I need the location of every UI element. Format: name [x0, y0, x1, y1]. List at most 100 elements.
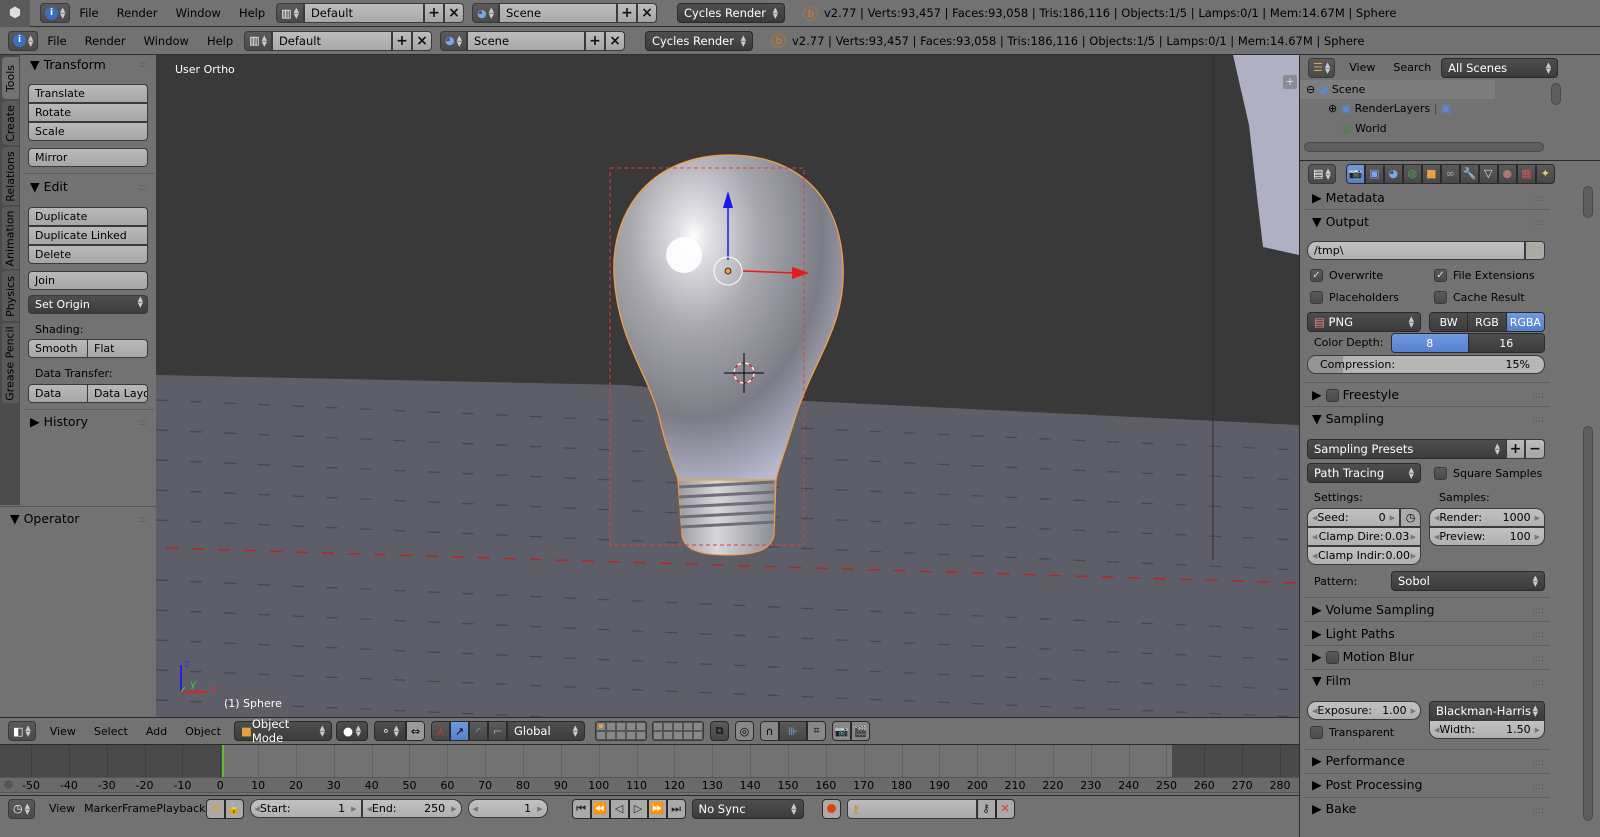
square-samples-checkbox[interactable]: Square Samples [1434, 466, 1542, 480]
menu-select[interactable]: Select [85, 725, 137, 738]
checkbox[interactable] [1434, 466, 1447, 480]
mirror-button[interactable]: Mirror [28, 148, 148, 167]
scene-tab-icon[interactable]: ◕ [1383, 163, 1403, 184]
data-layout-button[interactable]: Data Layo [87, 384, 148, 403]
end-frame-field[interactable]: ◀ End: 250 ▶ [361, 799, 462, 818]
pattern-dropdown[interactable]: Sobol ▲ ▼ [1391, 571, 1545, 591]
blender-logo-icon[interactable]: ⬢ [0, 0, 30, 27]
scale-manipulator-icon[interactable]: ⌐ [487, 721, 507, 741]
color-mode-bw[interactable]: BW [1430, 313, 1469, 331]
color-mode-selector[interactable]: BW RGB RGBA [1429, 312, 1545, 332]
color-mode-rgba[interactable]: RGBA [1506, 313, 1544, 331]
checkbox[interactable] [1310, 290, 1323, 304]
delete-keyframe-icon[interactable]: ✕ [995, 798, 1015, 819]
sampling-presets-dropdown[interactable]: Sampling Presets ▲ ▼ [1307, 439, 1507, 459]
expand-icon[interactable]: ⊕ [1328, 102, 1337, 115]
drag-handle-icon[interactable]: :::: [1532, 678, 1544, 688]
area-divider[interactable] [1299, 55, 1300, 837]
outliner-item-world[interactable]: ◍ World [1342, 122, 1387, 135]
layers-grid-1[interactable] [594, 721, 647, 741]
layout-remove-button[interactable]: × [411, 30, 432, 51]
checkbox[interactable] [1434, 290, 1447, 304]
menu-render[interactable]: Render [76, 34, 135, 48]
lock-camera-layers-icon[interactable]: ⧉ [709, 721, 729, 741]
drag-handle-icon[interactable]: :::: [1532, 194, 1544, 204]
color-depth-16[interactable]: 16 [1468, 334, 1544, 352]
record-icon[interactable] [821, 798, 841, 819]
interaction-mode-dropdown[interactable]: ■ Object Mode ▲ ▼ [233, 717, 332, 745]
freestyle-checkbox[interactable] [1325, 389, 1339, 402]
modifiers-tab-icon[interactable]: 🔧 [1459, 163, 1479, 184]
checkbox[interactable] [1310, 725, 1323, 739]
motion-blur-checkbox[interactable] [1325, 651, 1339, 664]
clamp-direct-field[interactable]: ◀ Clamp Dire: 0.03 ▶ [1307, 527, 1421, 546]
duplicate-button[interactable]: Duplicate [28, 207, 148, 226]
drag-handle-icon[interactable]: :::: [138, 183, 147, 193]
scrollbar-handle[interactable] [4, 780, 13, 789]
menu-view[interactable]: View [36, 725, 85, 738]
color-mode-rgb[interactable]: RGB [1468, 313, 1507, 331]
render-layers-tab-icon[interactable]: ▣ [1364, 163, 1384, 184]
menu-marker[interactable]: Marker [84, 802, 122, 815]
render-engine-dropdown[interactable]: Cycles Render ▲ ▼ [676, 3, 785, 23]
next-keyframe-icon[interactable]: ⏩ [647, 798, 667, 819]
drag-handle-icon[interactable]: :::: [1532, 391, 1544, 401]
timeline-ruler[interactable]: -50 -40 -30 -20 -10 0 10 20 30 40 50 60 70 80 90 100 110… [0, 777, 1299, 793]
outliner-item-scene[interactable]: ⊖ ◕ Scene [1306, 83, 1365, 96]
tab-physics[interactable]: Physics [2, 271, 19, 321]
render-samples-field[interactable]: ◀ Render: 1000 ▶ [1429, 508, 1545, 527]
set-origin-dropdown[interactable]: Set Origin ▲ ▼ [28, 295, 148, 314]
opengl-render-image-icon[interactable]: 📷 [831, 721, 851, 741]
menu-search[interactable]: Search [1385, 61, 1439, 74]
panel-edit-header[interactable]: ▼ Edit [30, 179, 68, 194]
integrator-dropdown[interactable]: Path Tracing ▲ ▼ [1307, 463, 1421, 483]
proportional-editing-icon[interactable]: ◎ [734, 721, 754, 741]
flat-button[interactable]: Flat [87, 339, 148, 358]
3d-viewport[interactable]: z y x User Ortho (1) Sphere + [156, 55, 1299, 717]
menu-window[interactable]: Window [135, 34, 198, 48]
drag-handle-icon[interactable]: :::: [138, 60, 147, 70]
panel-light-paths-header[interactable]: ▶ Light Paths [1312, 626, 1395, 641]
editor-type-outliner-button[interactable]: ☰ ▲ ▼ [1308, 57, 1336, 78]
cache-result-checkbox[interactable]: Cache Result [1434, 290, 1525, 304]
smooth-button[interactable]: Smooth [28, 339, 88, 358]
join-button[interactable]: Join [28, 271, 148, 290]
layout-add-button[interactable]: + [423, 3, 444, 23]
timeline-area[interactable]: -50 -40 -30 -20 -10 0 10 20 30 40 50 60 70 80 90 100 110… [0, 744, 1299, 794]
drag-handle-icon[interactable]: :::: [1532, 630, 1544, 640]
pivot-align-icon[interactable]: ⇔ [405, 721, 425, 741]
texture-tab-icon[interactable]: ▦ [1516, 163, 1536, 184]
menu-add[interactable]: Add [137, 725, 176, 738]
scene-name-field[interactable]: Scene [498, 3, 617, 23]
scene-add-button[interactable]: + [584, 30, 605, 51]
clamp-indirect-field[interactable]: ◀ Clamp Indir: 0.00 ▶ [1307, 546, 1421, 565]
preview-samples-field[interactable]: ◀ Preview: 100 ▶ [1429, 527, 1545, 546]
editor-type-properties-button[interactable]: ▤ ▲ ▼ [1308, 163, 1336, 184]
preset-remove-button[interactable]: − [1525, 439, 1545, 459]
current-frame-indicator[interactable] [222, 745, 224, 777]
properties-scrollbar[interactable] [1583, 426, 1593, 821]
seed-field[interactable]: ◀ Seed: 0 ▶ [1307, 508, 1400, 527]
properties-region-toggle[interactable]: + [1283, 75, 1297, 89]
translate-manipulator-icon[interactable]: ↗ [449, 721, 469, 741]
prev-keyframe-icon[interactable]: ⏪ [590, 798, 610, 819]
panel-operator-header[interactable]: ▼ Operator [10, 511, 80, 526]
menu-help[interactable]: Help [230, 6, 274, 20]
layers-grid-2[interactable] [651, 721, 704, 741]
file-extensions-checkbox[interactable]: ✓ File Extensions [1434, 268, 1535, 282]
collapse-icon[interactable]: ⊖ [1306, 83, 1315, 96]
drag-handle-icon[interactable]: :::: [1532, 806, 1544, 816]
menu-help[interactable]: Help [198, 34, 242, 48]
color-depth-8[interactable]: 8 [1392, 334, 1469, 352]
preview-range-icon[interactable]: ◔ [205, 798, 225, 819]
panel-bake-header[interactable]: ▶ Bake [1312, 801, 1356, 816]
scene-name-field[interactable]: Scene [466, 30, 585, 51]
tab-create[interactable]: Create [2, 101, 19, 145]
menu-playback[interactable]: Playback [156, 802, 205, 815]
checkbox[interactable]: ✓ [1310, 268, 1323, 282]
placeholders-checkbox[interactable]: Placeholders [1310, 290, 1399, 304]
pixel-filter-dropdown[interactable]: Blackman-Harris ▲ ▼ [1429, 701, 1545, 721]
menu-window[interactable]: Window [167, 6, 230, 20]
scale-button[interactable]: Scale [28, 122, 148, 141]
rotate-manipulator-icon[interactable]: ◜ [468, 721, 488, 741]
